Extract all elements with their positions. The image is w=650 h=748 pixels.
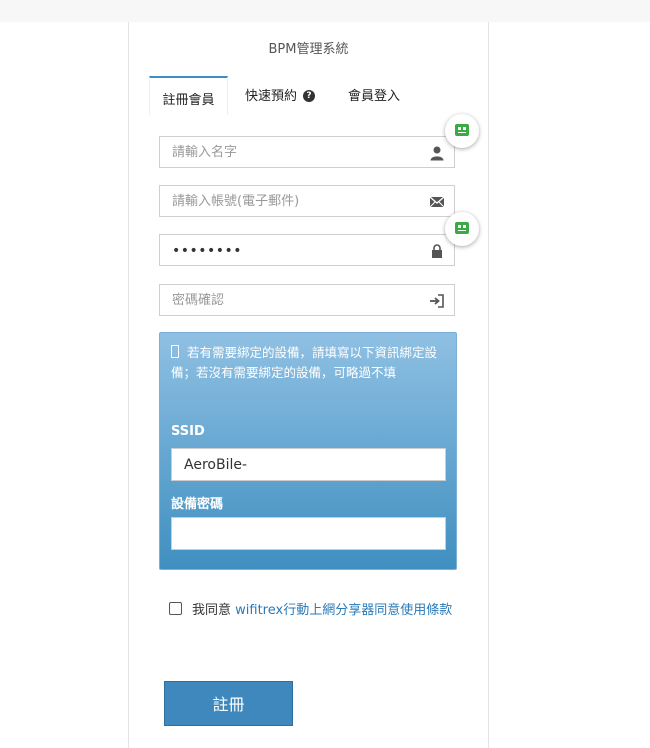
name-field — [159, 136, 455, 168]
tab-member-login[interactable]: 會員登入 — [339, 76, 409, 114]
ssid-label: SSID — [171, 424, 205, 439]
email-input[interactable] — [160, 186, 422, 216]
register-button[interactable]: 註冊 — [164, 681, 293, 726]
app-title: BPM管理系統 — [268, 42, 349, 57]
device-note-text: 若有需要綁定的設備，請填寫以下資訊綁定設備；若沒有需要綁定的設備，可略過不填 — [171, 345, 438, 380]
password-value: •••••••• — [172, 243, 243, 259]
password-field[interactable]: •••••••• — [159, 234, 455, 266]
help-circle-icon[interactable]: ? — [303, 89, 315, 102]
ssid-input[interactable] — [172, 449, 444, 480]
name-input[interactable] — [160, 137, 422, 167]
register-panel: BPM管理系統 註冊會員 快速預約? 會員登入 •••••••• — [128, 22, 489, 748]
tab-register-label: 註冊會員 — [162, 93, 215, 108]
terms-link[interactable]: wifitrex行動上網分享器同意使用條款 — [235, 603, 452, 618]
email-field — [159, 185, 455, 217]
password-manager-badge[interactable] — [445, 212, 479, 246]
tab-quick-booking-label: 快速預約 — [244, 89, 297, 104]
mobile-icon — [171, 345, 179, 358]
tab-register[interactable]: 註冊會員 — [149, 76, 228, 115]
lock-icon — [432, 244, 442, 258]
agree-checkbox[interactable] — [169, 602, 182, 615]
device-password-field — [171, 517, 446, 550]
tab-bar: 註冊會員 快速預約? 會員登入 — [149, 76, 469, 115]
device-note: 若有需要綁定的設備，請填寫以下資訊綁定設備；若沒有需要綁定的設備，可略過不填 — [171, 343, 441, 383]
password-manager-badge[interactable] — [445, 114, 479, 148]
agreement: 我同意 wifitrex行動上網分享器同意使用條款 — [159, 600, 459, 622]
user-icon — [430, 146, 444, 161]
agree-prefix: 我同意 — [192, 603, 236, 618]
device-password-label: 設備密碼 — [171, 497, 224, 512]
ssid-field — [171, 448, 446, 481]
confirm-password-input[interactable] — [160, 285, 422, 315]
confirm-password-field — [159, 284, 455, 316]
tab-quick-booking[interactable]: 快速預約? — [235, 76, 325, 114]
device-password-input[interactable] — [172, 518, 444, 549]
tab-member-login-label: 會員登入 — [347, 89, 400, 104]
envelope-icon — [429, 196, 445, 208]
device-binding-box: 若有需要綁定的設備，請填寫以下資訊綁定設備；若沒有需要綁定的設備，可略過不填 S… — [159, 332, 457, 570]
sign-in-icon — [430, 294, 444, 308]
top-bar — [0, 0, 650, 22]
